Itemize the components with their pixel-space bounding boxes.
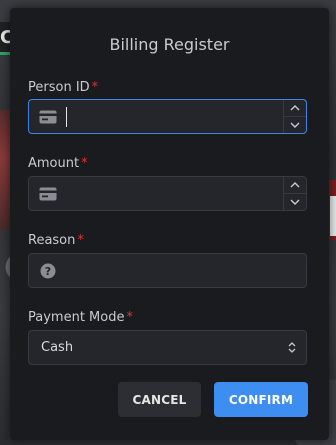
background-sign-right xyxy=(330,196,336,236)
chevron-up-icon xyxy=(290,105,300,111)
chevron-down-icon xyxy=(290,199,300,205)
amount-label: Amount * xyxy=(28,156,88,171)
id-card-icon xyxy=(39,185,57,203)
id-card-icon xyxy=(39,108,57,126)
chevron-up-icon xyxy=(290,182,300,188)
increment-button[interactable] xyxy=(284,100,306,116)
required-marker: * xyxy=(81,156,88,171)
background-heading-letter: C xyxy=(0,27,10,48)
required-marker: * xyxy=(126,310,133,325)
background-object-left xyxy=(0,110,10,230)
person-id-stepper[interactable] xyxy=(283,100,306,133)
background-heading-fragment: C xyxy=(0,22,10,54)
modal-title: Billing Register xyxy=(109,35,230,54)
confirm-button[interactable]: CONFIRM xyxy=(214,382,308,417)
person-id-label: Person ID * xyxy=(28,80,98,95)
svg-text:?: ? xyxy=(45,265,51,278)
required-marker: * xyxy=(77,233,84,248)
payment-mode-label-text: Payment Mode xyxy=(28,310,125,325)
billing-register-modal: Billing Register Person ID * Amount * Re… xyxy=(10,8,329,440)
reason-label: Reason * xyxy=(28,233,84,248)
person-id-input[interactable] xyxy=(65,100,280,133)
chevron-down-icon xyxy=(290,122,300,128)
payment-mode-selected-value: Cash xyxy=(41,340,74,355)
decrement-button[interactable] xyxy=(284,116,306,133)
required-marker: * xyxy=(91,80,99,95)
amount-stepper[interactable] xyxy=(283,177,306,210)
cancel-button[interactable]: CANCEL xyxy=(118,382,201,417)
reason-label-text: Reason xyxy=(28,233,76,248)
payment-mode-select[interactable]: Cash xyxy=(28,330,307,365)
decrement-button[interactable] xyxy=(284,193,306,210)
payment-mode-label: Payment Mode * xyxy=(28,310,133,325)
amount-input[interactable] xyxy=(65,177,280,210)
reason-field[interactable]: ? xyxy=(28,253,307,288)
text-caret xyxy=(66,107,67,127)
person-id-label-text: Person ID xyxy=(28,80,90,95)
increment-button[interactable] xyxy=(284,177,306,193)
question-circle-icon: ? xyxy=(39,262,57,280)
amount-label-text: Amount xyxy=(28,156,80,171)
reason-input[interactable] xyxy=(65,254,298,287)
background-accent-line xyxy=(0,52,10,55)
person-id-field[interactable] xyxy=(28,99,307,134)
chevron-up-down-icon xyxy=(288,338,296,357)
amount-field[interactable] xyxy=(28,176,307,211)
